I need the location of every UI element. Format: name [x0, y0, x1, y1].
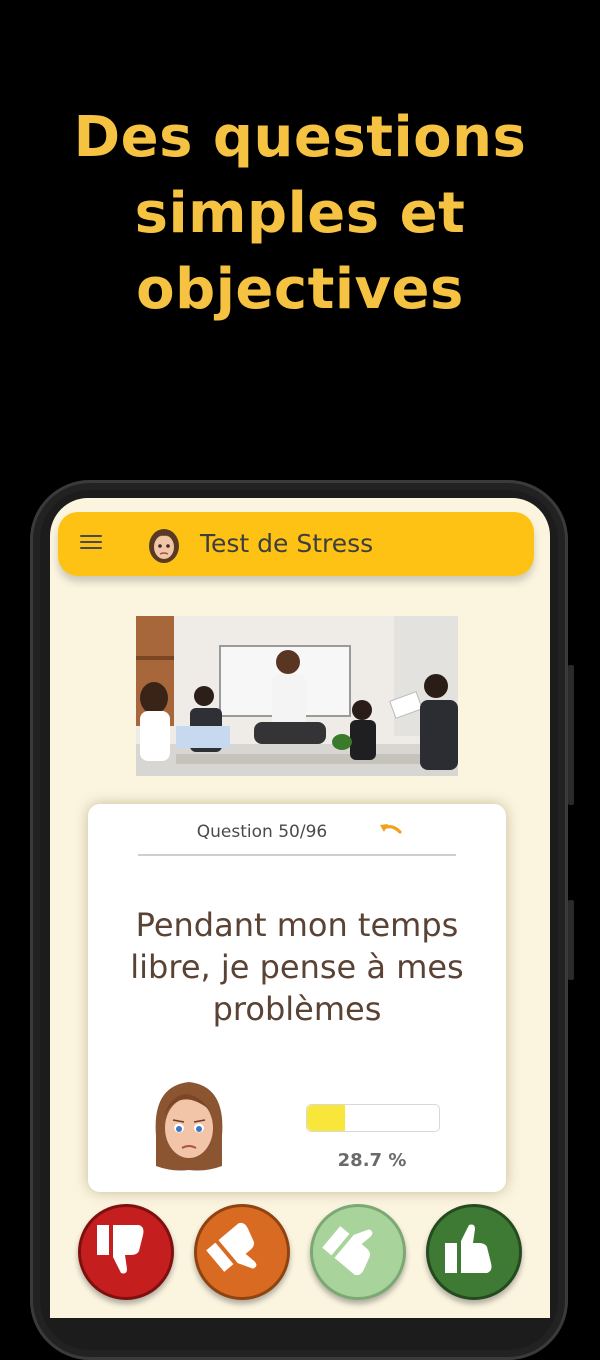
headline-line-3: objectives — [136, 257, 464, 322]
headline-line-2: simples et — [134, 181, 466, 246]
thumb-down-tilted-icon — [206, 1222, 257, 1272]
app-screen: Test de Stress Question 50/96 Pendant mo… — [50, 498, 550, 1318]
app-title: Test de Stress — [200, 529, 374, 558]
answer-rather-no-button[interactable] — [194, 1204, 290, 1300]
question-text: Pendant mon temps libre, je pense à mes … — [130, 906, 464, 1028]
app-bar: Test de Stress — [58, 512, 534, 576]
power-button — [568, 665, 574, 805]
headline: Des questions simples et objectives — [0, 100, 600, 328]
progress-label: 28.7 % — [337, 1150, 407, 1171]
worried-avatar-icon — [155, 1082, 223, 1171]
thumb-pointing-icon — [322, 1226, 373, 1276]
avatar-icon — [149, 529, 179, 563]
headline-line-1: Des questions — [73, 105, 527, 170]
divider — [138, 854, 456, 856]
undo-icon[interactable] — [378, 820, 404, 840]
office-stress-photo — [136, 616, 458, 776]
thumbs-up-icon — [445, 1224, 492, 1273]
menu-icon[interactable] — [80, 535, 102, 553]
progress-fill — [307, 1105, 345, 1131]
answer-yes-button[interactable] — [426, 1204, 522, 1300]
answer-rather-yes-button[interactable] — [310, 1204, 406, 1300]
answer-no-button[interactable] — [78, 1204, 174, 1300]
thumbs-down-icon — [97, 1225, 144, 1274]
progress-bar — [306, 1104, 440, 1132]
question-card: Question 50/96 Pendant mon temps libre, … — [88, 804, 506, 1192]
volume-button — [568, 900, 574, 980]
